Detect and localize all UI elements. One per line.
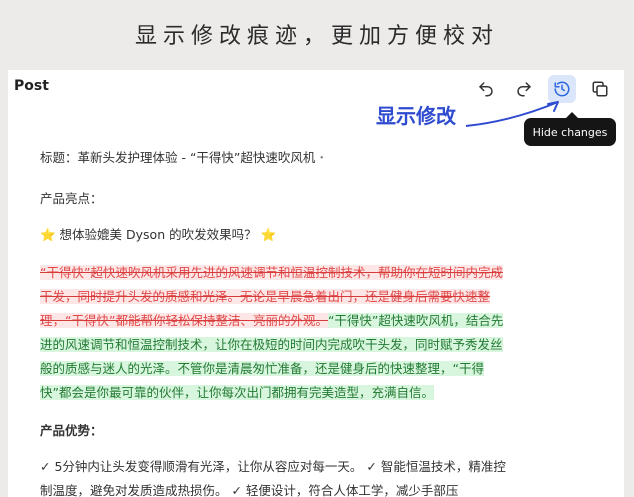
highlight-line: ⭐ 想体验媲美 Dyson 的吹发效果吗？ ⭐ xyxy=(40,226,277,242)
section-advantages-title: 产品优势： xyxy=(40,422,103,438)
tracked-changes-paragraph: “干得快”超快速吹风机采用先进的风速调节和恒温控制技术，帮助你在短时间内完成干发… xyxy=(40,261,508,405)
cursor-dot: • xyxy=(319,153,325,163)
copy-button[interactable] xyxy=(586,75,614,103)
undo-icon xyxy=(479,82,493,97)
section-highlights-title: 产品亮点： xyxy=(40,190,103,206)
redo-button[interactable] xyxy=(510,75,538,103)
advantages-list: ✓ 5分钟内让头发变得顺滑有光泽，让你从容应对每一天。 ✓ 智能恒温技术，精准控… xyxy=(40,458,506,497)
undo-button[interactable] xyxy=(472,75,500,103)
star-icon: ⭐ xyxy=(40,226,56,242)
window-title: Post xyxy=(14,78,49,94)
history-icon xyxy=(554,81,570,97)
copy-icon xyxy=(592,81,608,97)
redo-icon xyxy=(517,82,531,97)
banner-caption: 显示修改痕迹，更加方便校对 xyxy=(134,24,499,49)
post-editor-panel: Post Hide changes 显示修改 标题：革新头发护理体验 - “干得… xyxy=(8,70,624,497)
post-content[interactable]: 标题：革新头发护理体验 - “干得快”超快速吹风机 • 产品亮点： ⭐ 想体验媲… xyxy=(40,146,508,497)
annotation-arrow-icon xyxy=(465,101,559,127)
show-changes-button[interactable] xyxy=(548,75,576,103)
star-icon: ⭐ xyxy=(260,226,277,242)
annotation-label: 显示修改 xyxy=(376,104,456,128)
post-heading: 标题：革新头发护理体验 - “干得快”超快速吹风机 • xyxy=(40,150,325,165)
